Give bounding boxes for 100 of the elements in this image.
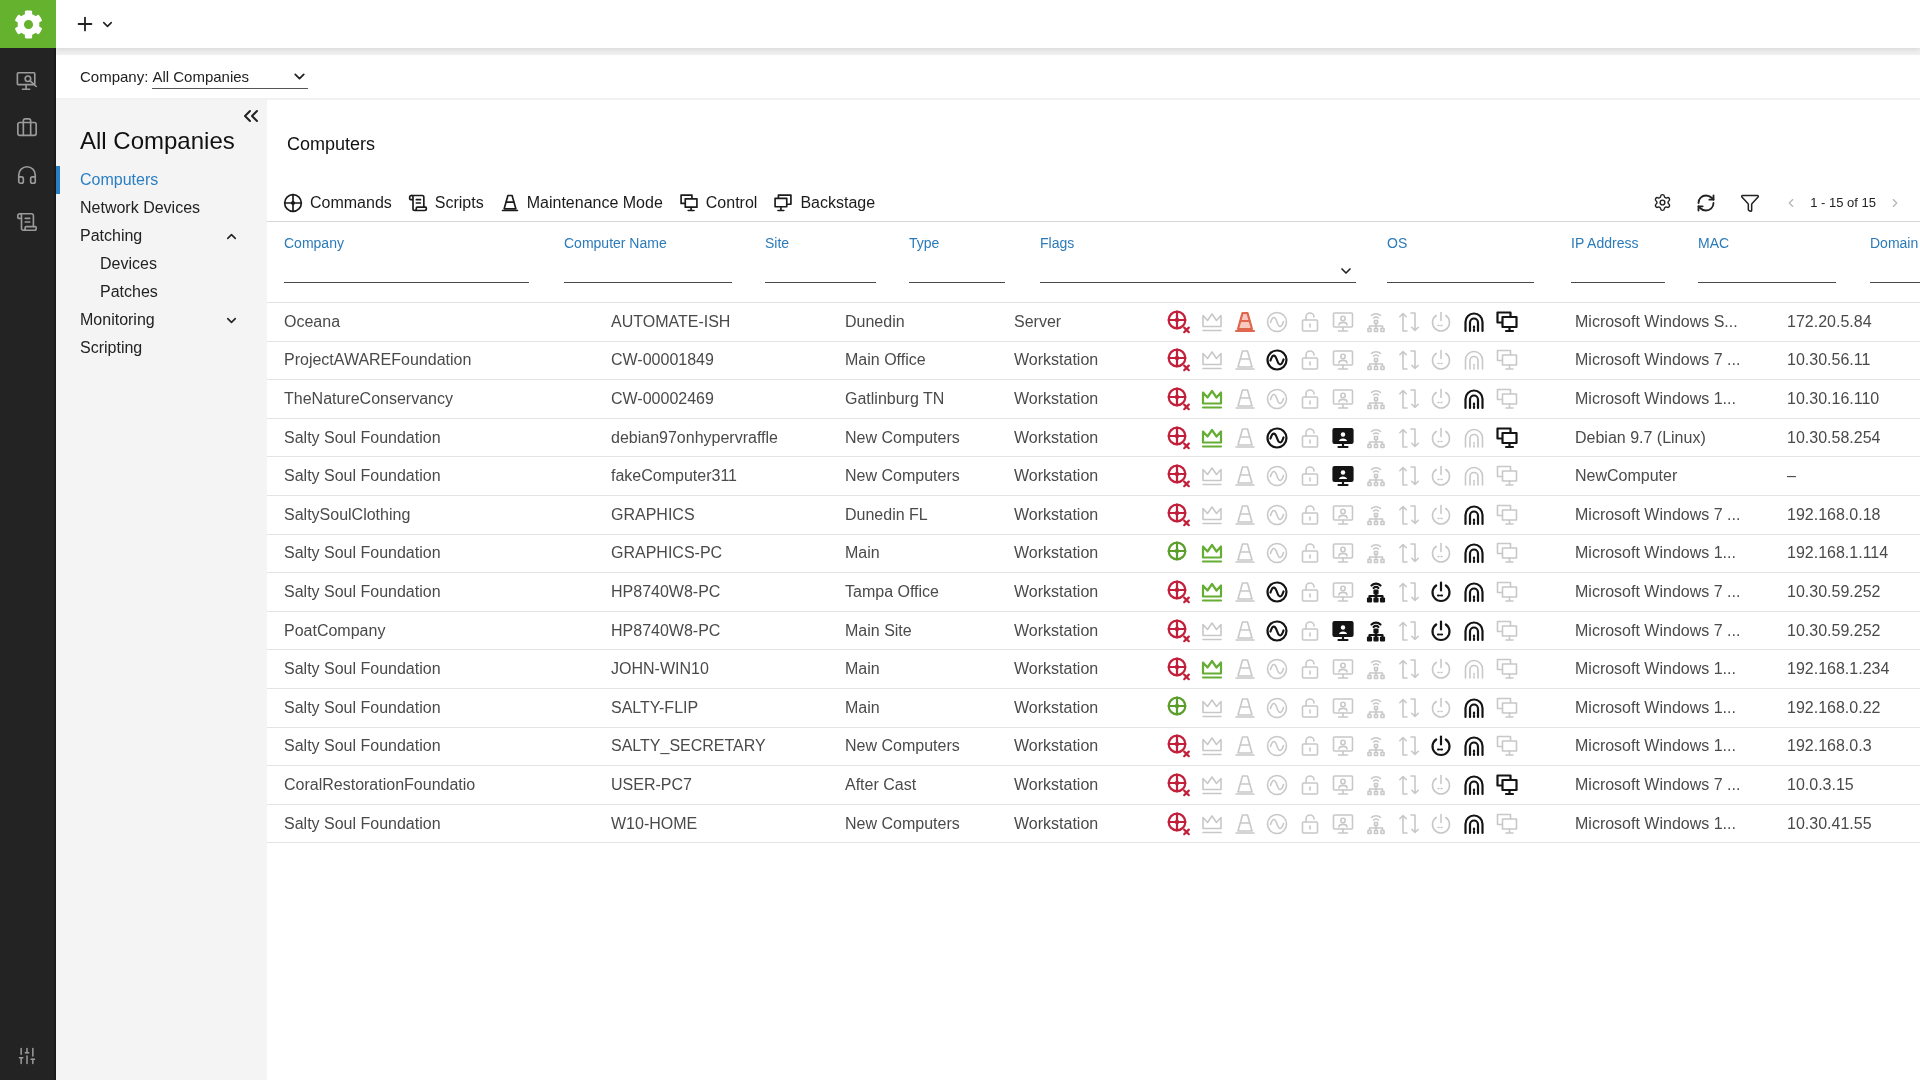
column-header[interactable]: MAC bbox=[1698, 234, 1730, 252]
table-cell: Dunedin bbox=[845, 312, 905, 331]
table-cell: SALTY_SECRETARY bbox=[611, 737, 766, 756]
table-cell: Microsoft Windows 7 ... bbox=[1575, 582, 1741, 601]
table-cell: Salty Soul Foundation bbox=[284, 660, 441, 679]
table-cell: 10.30.59.252 bbox=[1787, 621, 1881, 640]
table-cell: 10.30.16.110 bbox=[1787, 390, 1880, 408]
table-cell: 10.30.56.11 bbox=[1787, 351, 1871, 370]
table-cell: Workstation bbox=[1014, 428, 1099, 447]
table-cell: NewComputer bbox=[1575, 467, 1678, 486]
page-title: Computers bbox=[287, 133, 376, 155]
table-cell: Salty Soul Foundation bbox=[284, 698, 441, 717]
table-cell: Microsoft Windows 1... bbox=[1575, 390, 1736, 408]
table-cell: W10-HOME bbox=[611, 814, 698, 833]
table-cell: Salty Soul Foundation bbox=[284, 544, 441, 563]
settings-icon[interactable] bbox=[1653, 193, 1673, 212]
table-cell: Main Site bbox=[845, 621, 912, 640]
column-header[interactable]: Computer Name bbox=[564, 234, 667, 252]
nav-item[interactable]: Devices bbox=[56, 250, 267, 278]
sidebar-title: All Companies bbox=[79, 126, 236, 156]
table-cell: Microsoft Windows 1... bbox=[1575, 544, 1736, 563]
gear-icon[interactable] bbox=[0, 0, 56, 48]
table-cell: Main bbox=[845, 544, 880, 563]
table-cell: Workstation bbox=[1014, 582, 1099, 601]
table-cell: GRAPHICS-PC bbox=[611, 544, 723, 563]
table-cell: Salty Soul Foundation bbox=[284, 428, 441, 447]
table-cell: Microsoft Windows 7 ... bbox=[1575, 775, 1741, 794]
pagination-label: 1 - 15 of 15 bbox=[1810, 195, 1876, 210]
table-cell: Microsoft Windows 1... bbox=[1575, 660, 1736, 679]
table-cell: Microsoft Windows 1... bbox=[1575, 737, 1736, 756]
table-cell: 192.168.0.3 bbox=[1787, 737, 1872, 756]
table-cell: 192.168.0.18 bbox=[1787, 505, 1881, 524]
table-cell: SALTY-FLIP bbox=[611, 698, 699, 717]
control-button[interactable]: Control bbox=[678, 192, 758, 213]
table-cell: AUTOMATE-ISH bbox=[611, 312, 731, 331]
column-header[interactable]: Flags bbox=[1040, 234, 1075, 252]
table-cell: Salty Soul Foundation bbox=[284, 467, 441, 486]
table-cell: Workstation bbox=[1014, 467, 1099, 486]
table-cell: TheNatureConservancy bbox=[284, 390, 453, 408]
refresh-icon[interactable] bbox=[1696, 192, 1717, 213]
table-cell: 192.168.0.22 bbox=[1787, 698, 1881, 717]
table-cell: PoatCompany bbox=[284, 621, 386, 640]
company-select[interactable]: All Companies bbox=[152, 67, 309, 89]
table-cell: ProjectAWAREFoundation bbox=[284, 351, 472, 370]
filter-icon[interactable] bbox=[1740, 192, 1761, 213]
table-cell: New Computers bbox=[845, 428, 960, 447]
table-cell: Microsoft Windows S... bbox=[1575, 312, 1738, 331]
monitor-search-icon[interactable] bbox=[16, 70, 38, 92]
table-cell: Microsoft Windows 1... bbox=[1575, 814, 1736, 833]
table-cell: Workstation bbox=[1014, 351, 1099, 370]
scroll-icon bbox=[407, 192, 428, 213]
table-cell: 192.168.1.234 bbox=[1787, 660, 1890, 679]
table-cell: Workstation bbox=[1014, 737, 1099, 756]
column-header[interactable]: Company bbox=[284, 234, 344, 252]
column-header[interactable]: OS bbox=[1387, 234, 1408, 252]
table-cell: New Computers bbox=[845, 467, 960, 486]
column-header[interactable]: Site bbox=[765, 234, 790, 252]
briefcase-icon[interactable] bbox=[16, 117, 38, 139]
crosshair-icon bbox=[283, 192, 303, 213]
table-cell: USER-PC7 bbox=[611, 775, 692, 794]
table-cell: Dunedin FL bbox=[845, 505, 928, 524]
column-header[interactable]: Type bbox=[909, 234, 940, 252]
table-cell: debian97onhypervraffle bbox=[611, 428, 778, 447]
table-cell: Gatlinburg TN bbox=[845, 390, 945, 408]
table-cell: New Computers bbox=[845, 737, 960, 756]
nav-item[interactable]: Patching bbox=[56, 222, 267, 250]
commands-button[interactable]: Commands bbox=[283, 192, 392, 213]
sliders-icon[interactable] bbox=[17, 1046, 37, 1066]
table-cell: 10.0.3.15 bbox=[1787, 775, 1854, 794]
table-cell: CW-00002469 bbox=[611, 390, 714, 408]
table-cell: 10.30.58.254 bbox=[1787, 428, 1881, 447]
table-cell: JOHN-WIN10 bbox=[611, 660, 709, 679]
column-header[interactable]: Domain bbox=[1870, 234, 1919, 252]
backstage-button[interactable]: Backstage bbox=[773, 192, 876, 213]
table-cell: 192.168.1.114 bbox=[1787, 544, 1889, 563]
nav-item[interactable]: Monitoring bbox=[56, 306, 267, 334]
table-cell: 10.30.41.55 bbox=[1787, 814, 1872, 833]
headset-icon[interactable] bbox=[16, 164, 38, 186]
table-cell: Main bbox=[845, 660, 880, 679]
table-cell: Salty Soul Foundation bbox=[284, 737, 441, 756]
column-header[interactable]: IP Address bbox=[1571, 234, 1639, 252]
maintenance-button[interactable]: Maintenance Mode bbox=[499, 192, 663, 213]
table-cell: GRAPHICS bbox=[611, 505, 695, 524]
table-cell: Server bbox=[1014, 312, 1062, 331]
table-cell: Debian 9.7 (Linux) bbox=[1575, 428, 1706, 447]
nav-item[interactable]: Patches bbox=[56, 278, 267, 306]
table-cell: Workstation bbox=[1014, 544, 1099, 563]
table-cell: Salty Soul Foundation bbox=[284, 582, 441, 601]
table-cell: CoralRestorationFoundatio bbox=[284, 775, 476, 794]
scripts-button[interactable]: Scripts bbox=[407, 192, 484, 213]
table-cell: HP8740W8-PC bbox=[611, 582, 721, 601]
table-cell: Workstation bbox=[1014, 505, 1099, 524]
nav-item[interactable]: Network Devices bbox=[56, 194, 267, 222]
table-cell: Main Office bbox=[845, 351, 926, 370]
monitors-icon bbox=[678, 192, 699, 213]
scroll-icon[interactable] bbox=[16, 211, 38, 233]
table-cell: Microsoft Windows 7 ... bbox=[1575, 621, 1741, 640]
table-cell: New Computers bbox=[845, 814, 960, 833]
table-cell: Workstation bbox=[1014, 390, 1099, 408]
nav-item[interactable]: Scripting bbox=[56, 334, 267, 362]
